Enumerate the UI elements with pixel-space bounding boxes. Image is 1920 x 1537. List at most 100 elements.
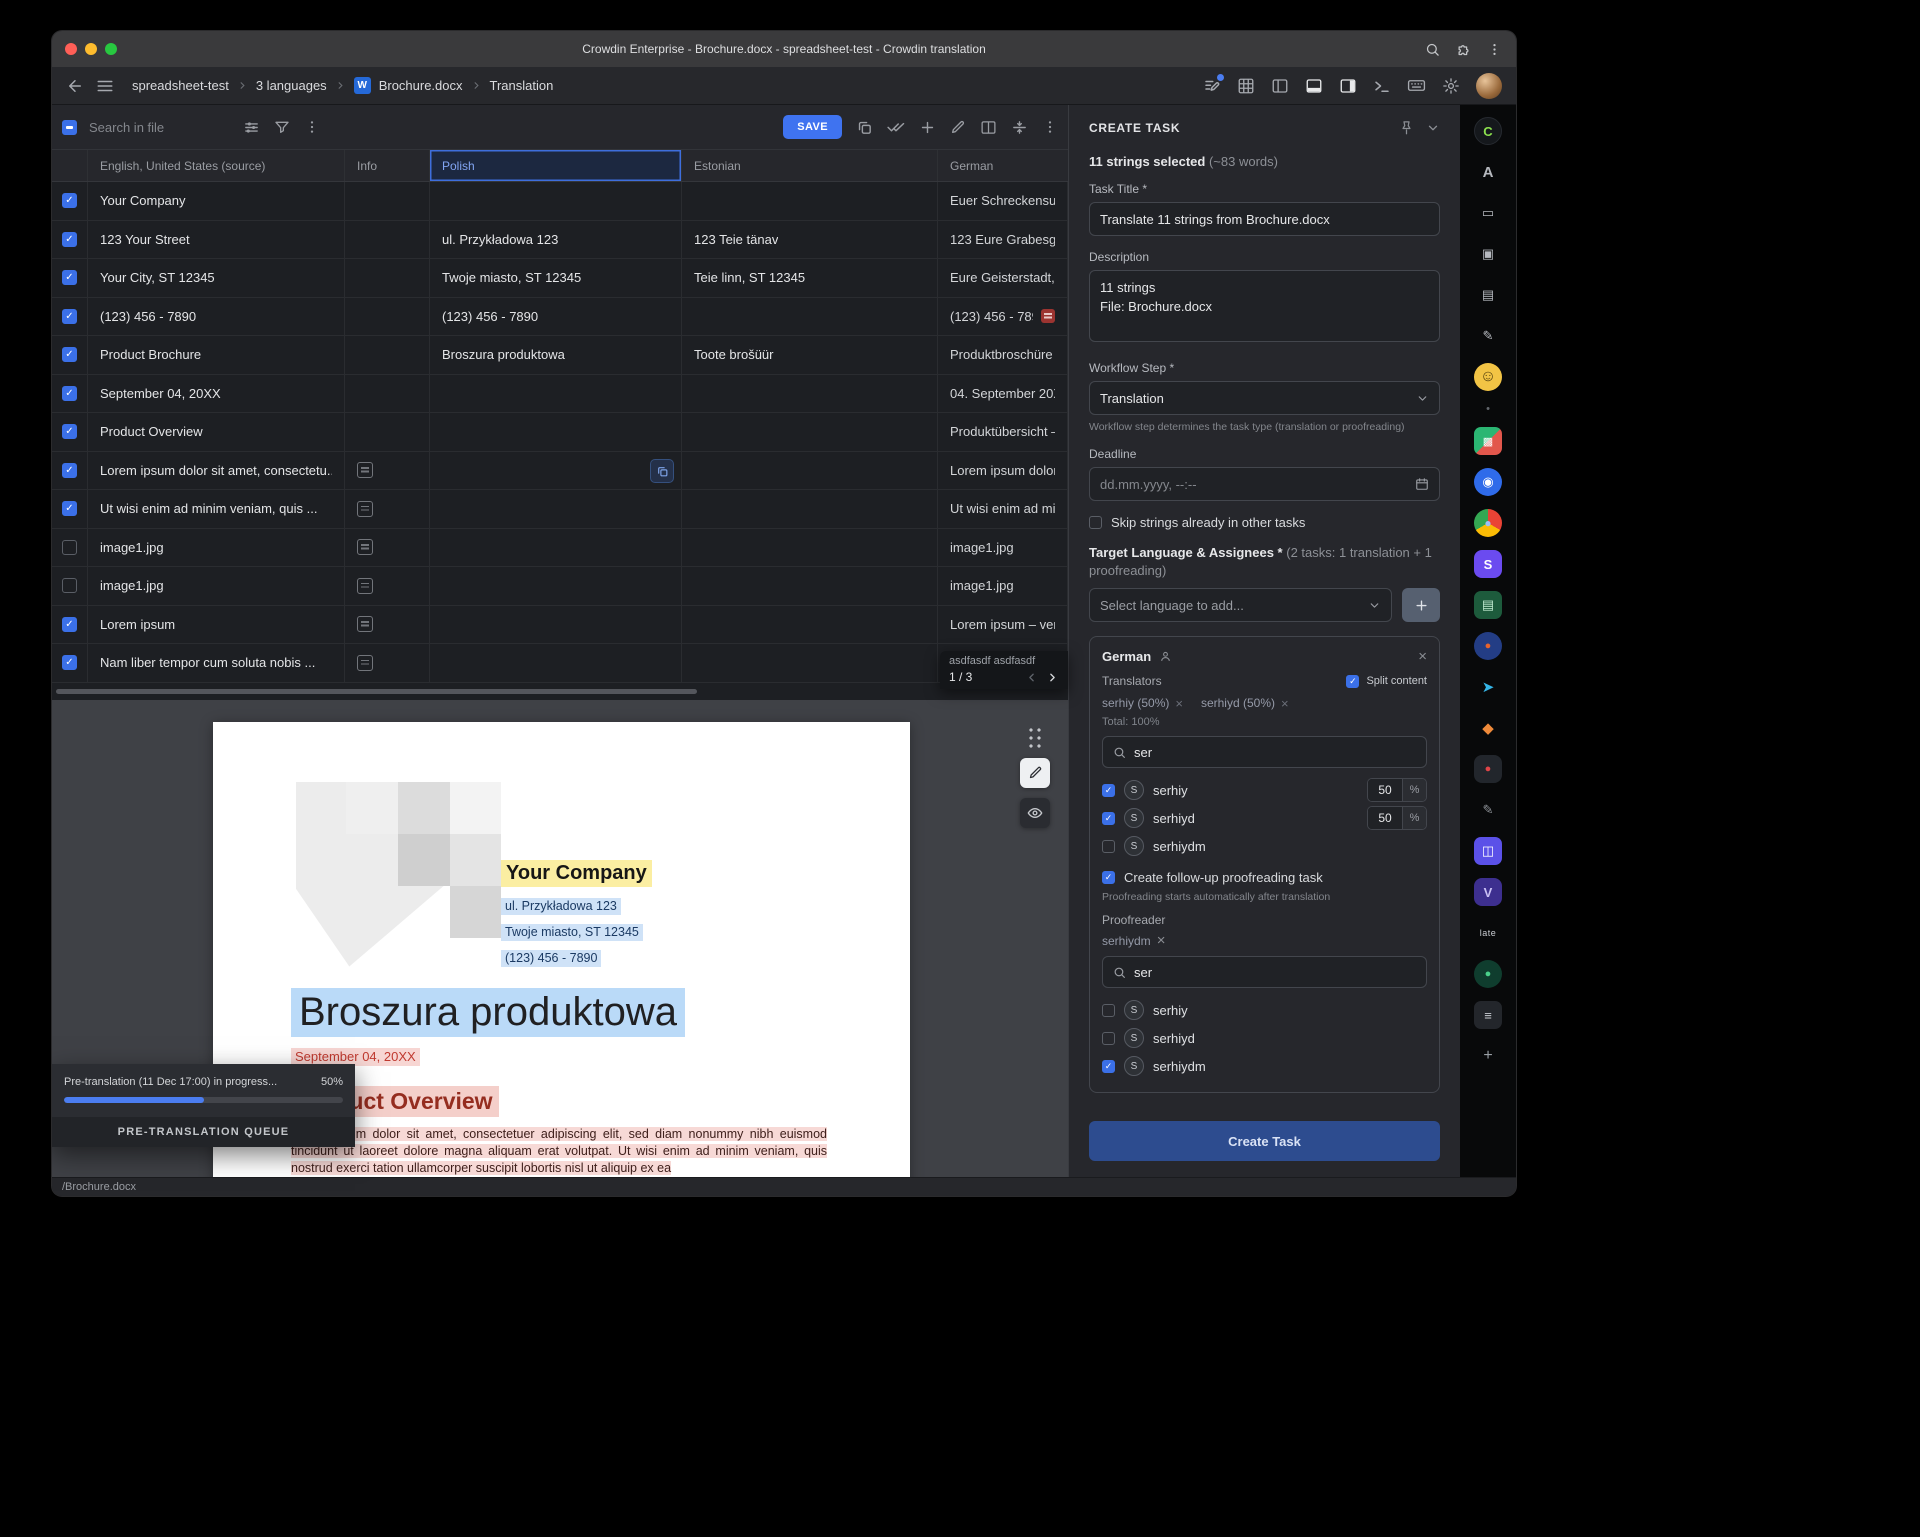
followup-option[interactable]: Create follow-up proofreading task xyxy=(1102,870,1427,885)
polish-cell[interactable]: Broszura produktowa xyxy=(430,336,682,374)
add-string-icon[interactable] xyxy=(919,119,936,136)
german-cell[interactable]: Lorem ipsum – verf xyxy=(938,606,1068,644)
drag-handle-icon[interactable] xyxy=(1027,726,1043,748)
minimize-window-button[interactable] xyxy=(85,43,97,55)
s-app-icon[interactable]: S xyxy=(1474,550,1502,578)
keyboard-icon[interactable] xyxy=(1407,76,1426,95)
more-filters-icon[interactable] xyxy=(304,119,320,135)
polish-cell[interactable] xyxy=(430,529,682,567)
percent-input[interactable] xyxy=(1368,807,1402,829)
estonian-cell[interactable] xyxy=(682,567,938,605)
settings-gear-icon[interactable] xyxy=(1442,77,1460,95)
polish-cell[interactable] xyxy=(430,490,682,528)
estonian-cell[interactable] xyxy=(682,644,938,682)
leaf-app-icon[interactable]: ● xyxy=(1474,960,1502,988)
late-app-label[interactable]: late xyxy=(1474,919,1502,947)
deadline-input[interactable] xyxy=(1100,477,1407,492)
member-checkbox[interactable] xyxy=(1102,1032,1115,1045)
task-title-input[interactable] xyxy=(1100,212,1429,227)
copy-source-icon[interactable] xyxy=(856,119,873,136)
description-textarea[interactable]: 11 strings File: Brochure.docx xyxy=(1089,270,1440,342)
filter-sliders-icon[interactable] xyxy=(243,119,260,136)
horizontal-scrollbar-track[interactable] xyxy=(52,683,1068,700)
column-header-estonian[interactable]: Estonian xyxy=(682,150,938,181)
member-checkbox[interactable] xyxy=(1102,812,1115,825)
skip-strings-option[interactable]: Skip strings already in other tasks xyxy=(1089,515,1440,530)
breadcrumb-project[interactable]: spreadsheet-test xyxy=(132,78,229,93)
panel-right-icon[interactable] xyxy=(1339,77,1357,95)
edit-icon[interactable] xyxy=(950,119,966,135)
split-content-option[interactable]: Split content xyxy=(1346,675,1427,688)
user-avatar[interactable] xyxy=(1476,73,1502,99)
capture-app-icon[interactable]: ▩ xyxy=(1474,427,1502,455)
member-row[interactable]: S serhiydm xyxy=(1102,1052,1427,1080)
console-icon[interactable] xyxy=(1373,77,1391,95)
column-header-german[interactable]: German xyxy=(938,150,1068,181)
german-cell[interactable]: image1.jpg xyxy=(938,529,1068,567)
back-icon[interactable] xyxy=(66,77,84,95)
recorder-app-icon[interactable]: ● xyxy=(1474,755,1502,783)
estonian-cell[interactable]: 123 Teie tänav xyxy=(682,221,938,259)
app-icon-crowdin[interactable]: C xyxy=(1474,117,1502,145)
row-checkbox[interactable] xyxy=(52,221,88,259)
member-row[interactable]: S serhiy xyxy=(1102,996,1427,1024)
row-checkbox[interactable] xyxy=(52,182,88,220)
german-cell[interactable]: Lorem ipsum dolor xyxy=(938,452,1068,490)
german-cell[interactable]: (123) 456 - 7890 xyxy=(938,298,1068,336)
estonian-cell[interactable] xyxy=(682,375,938,413)
german-cell[interactable]: 04. September 20X xyxy=(938,375,1068,413)
row-checkbox[interactable] xyxy=(52,336,88,374)
requests-icon[interactable] xyxy=(1203,77,1221,95)
preview-edit-button[interactable] xyxy=(1020,758,1050,788)
polish-cell[interactable] xyxy=(430,375,682,413)
polish-cell[interactable]: ul. Przykładowa 123 xyxy=(430,221,682,259)
select-all-checkbox[interactable] xyxy=(62,120,77,135)
german-cell[interactable]: Produktübersicht – xyxy=(938,413,1068,451)
chrome-app-icon[interactable]: ● xyxy=(1474,509,1502,537)
browser-search-icon[interactable] xyxy=(1425,42,1440,57)
duplicate-icon[interactable]: ▣ xyxy=(1474,240,1502,268)
estonian-cell[interactable]: Toote brošüür xyxy=(682,336,938,374)
comment-icon[interactable]: ▭ xyxy=(1474,199,1502,227)
row-checkbox[interactable] xyxy=(52,606,88,644)
next-page-icon[interactable] xyxy=(1046,671,1059,684)
polish-cell[interactable] xyxy=(430,182,682,220)
percent-field[interactable]: % xyxy=(1367,778,1427,802)
horizontal-scrollbar[interactable] xyxy=(56,689,697,694)
estonian-cell[interactable] xyxy=(682,413,938,451)
preview-visibility-button[interactable] xyxy=(1020,798,1050,828)
collapse-rows-icon[interactable] xyxy=(1011,119,1028,136)
member-checkbox[interactable] xyxy=(1102,1060,1115,1073)
copy-translation-icon[interactable] xyxy=(650,459,674,483)
member-checkbox[interactable] xyxy=(1102,784,1115,797)
polish-cell[interactable]: (123) 456 - 7890 xyxy=(430,298,682,336)
row-checkbox[interactable] xyxy=(52,259,88,297)
polish-cell[interactable] xyxy=(430,413,682,451)
remove-tag-icon[interactable] xyxy=(1281,697,1289,710)
record-app-icon[interactable]: ◉ xyxy=(1474,468,1502,496)
search-input[interactable] xyxy=(89,120,229,135)
translate-icon[interactable]: A xyxy=(1474,158,1502,186)
breadcrumb-step[interactable]: Translation xyxy=(490,78,554,93)
estonian-cell[interactable] xyxy=(682,606,938,644)
deadline-input-wrap[interactable] xyxy=(1089,467,1440,501)
row-checkbox[interactable] xyxy=(52,529,88,567)
estonian-cell[interactable] xyxy=(682,490,938,528)
german-cell[interactable]: Euer Schreckensunt xyxy=(938,182,1068,220)
estonian-cell[interactable] xyxy=(682,529,938,567)
collapse-panel-icon[interactable] xyxy=(1426,121,1440,135)
proofreader-search-input[interactable] xyxy=(1134,965,1416,980)
column-header-polish[interactable]: Polish xyxy=(430,150,682,181)
breadcrumb-file[interactable]: Brochure.docx xyxy=(379,78,463,93)
member-row[interactable]: S serhiy % xyxy=(1102,776,1427,804)
close-window-button[interactable] xyxy=(65,43,77,55)
percent-field[interactable]: % xyxy=(1367,806,1427,830)
member-row[interactable]: S serhiydm xyxy=(1102,832,1427,860)
calendar-icon[interactable] xyxy=(1415,477,1429,491)
polish-cell[interactable] xyxy=(430,606,682,644)
add-language-button[interactable] xyxy=(1402,588,1440,622)
skip-strings-checkbox[interactable] xyxy=(1089,516,1102,529)
zoom-window-button[interactable] xyxy=(105,43,117,55)
member-checkbox[interactable] xyxy=(1102,1004,1115,1017)
vault-app-icon[interactable]: V xyxy=(1474,878,1502,906)
